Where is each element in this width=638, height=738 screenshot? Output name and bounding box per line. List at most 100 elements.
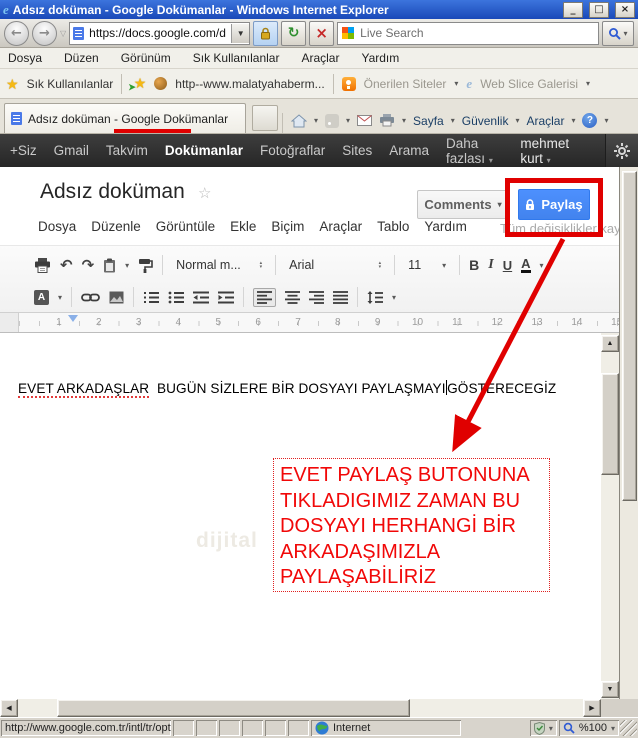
star-document-icon[interactable]: ☆ bbox=[198, 184, 211, 202]
align-center-button[interactable] bbox=[285, 290, 301, 304]
scroll-down-button[interactable]: ▼ bbox=[601, 681, 619, 698]
underline-button[interactable]: U bbox=[503, 258, 512, 273]
help-icon[interactable]: ? bbox=[582, 113, 598, 128]
insert-image-button[interactable] bbox=[109, 291, 124, 304]
horizontal-scrollbar[interactable]: ◀ ▶ bbox=[0, 699, 638, 717]
google-nav-item[interactable]: Sites bbox=[342, 143, 372, 158]
paste-button[interactable] bbox=[103, 258, 116, 273]
suggested-sites-link[interactable]: Önerilen Siteler bbox=[364, 77, 447, 91]
comments-button[interactable]: Comments ▾ bbox=[417, 190, 509, 219]
bookmark-link[interactable]: http--www.malatyahaberm... bbox=[175, 77, 324, 91]
ie-menu-item[interactable]: Düzen bbox=[64, 51, 99, 65]
favorites-label[interactable]: Sık Kullanılanlar bbox=[27, 77, 114, 91]
refresh-button[interactable]: ↻ bbox=[281, 20, 307, 46]
maximize-button[interactable]: □ bbox=[589, 1, 609, 18]
increase-indent-button[interactable] bbox=[218, 291, 235, 304]
ie-menu-item[interactable]: Sık Kullanılanlar bbox=[193, 51, 280, 65]
google-nav-item[interactable]: Fotoğraflar bbox=[260, 143, 325, 158]
horizontal-scroll-thumb[interactable] bbox=[57, 699, 410, 717]
document-canvas[interactable]: dijital EVET ARKADAŞLAR BUGÜN SİZLERE Bİ… bbox=[0, 333, 638, 699]
chevron-down-icon[interactable]: ▾ bbox=[454, 79, 458, 88]
search-options-chevron-icon[interactable]: ▾ bbox=[623, 29, 627, 38]
italic-button[interactable]: I bbox=[488, 257, 493, 273]
line-spacing-button[interactable] bbox=[367, 290, 384, 304]
tab-active[interactable]: Adsız doküman - Google Dokümanlar bbox=[4, 103, 246, 133]
security-chevron-icon[interactable]: ▾ bbox=[515, 116, 519, 125]
home-chevron-icon[interactable]: ▾ bbox=[314, 116, 318, 125]
live-search-box[interactable] bbox=[337, 21, 599, 45]
docs-menu-item[interactable]: Görüntüle bbox=[156, 219, 215, 234]
line-spacing-chevron-icon[interactable]: ▾ bbox=[392, 293, 396, 302]
google-nav-item[interactable]: Gmail bbox=[54, 143, 89, 158]
ie-menu-item[interactable]: Yardım bbox=[361, 51, 399, 65]
highlight-color-button[interactable]: A bbox=[34, 289, 49, 305]
browser-vertical-scrollbar[interactable] bbox=[619, 167, 638, 699]
highlight-chevron-icon[interactable]: ▾ bbox=[58, 293, 62, 302]
page-menu[interactable]: Sayfa bbox=[413, 114, 444, 128]
google-nav-item[interactable]: Arama bbox=[389, 143, 429, 158]
vertical-scroll-thumb[interactable] bbox=[601, 373, 619, 475]
google-nav-item[interactable]: +Siz bbox=[10, 143, 37, 158]
docs-menu-item[interactable]: Ekle bbox=[230, 219, 256, 234]
text-color-chevron-icon[interactable]: ▾ bbox=[540, 261, 544, 270]
ie-menu-item[interactable]: Dosya bbox=[8, 51, 42, 65]
mail-icon[interactable] bbox=[357, 115, 373, 126]
protected-mode-pane[interactable]: ▾ bbox=[530, 720, 557, 736]
tools-menu[interactable]: Araçlar bbox=[526, 114, 564, 128]
google-nav-item[interactable]: Dokümanlar bbox=[165, 143, 243, 158]
printer-icon[interactable] bbox=[379, 114, 395, 127]
google-nav-more[interactable]: Daha fazlası ▾ bbox=[446, 136, 520, 166]
print-button[interactable] bbox=[34, 257, 51, 273]
bold-button[interactable]: B bbox=[469, 257, 479, 273]
chevron-down-icon[interactable]: ▾ bbox=[586, 79, 590, 88]
scroll-left-button[interactable]: ◀ bbox=[0, 699, 18, 717]
close-button[interactable]: × bbox=[615, 1, 635, 18]
share-button[interactable]: Paylaş bbox=[518, 189, 590, 220]
search-go-button[interactable]: ▾ bbox=[602, 20, 634, 46]
docs-menu-item[interactable]: Yardım bbox=[424, 219, 467, 234]
rss-chevron-icon[interactable]: ▾ bbox=[346, 116, 350, 125]
font-select[interactable]: Arial ▴ ▾ bbox=[285, 254, 385, 276]
browser-scroll-thumb[interactable] bbox=[622, 171, 637, 501]
decrease-indent-button[interactable] bbox=[193, 291, 210, 304]
styles-select[interactable]: Normal m... ▴ ▾ bbox=[172, 254, 266, 276]
page-chevron-icon[interactable]: ▾ bbox=[451, 116, 455, 125]
new-tab-stub[interactable] bbox=[252, 105, 278, 131]
bullet-list-button[interactable] bbox=[168, 291, 185, 304]
align-left-button[interactable] bbox=[253, 287, 277, 307]
docs-menu-item[interactable]: Dosya bbox=[38, 219, 76, 234]
zoom-pane[interactable]: %100 ▾ bbox=[559, 720, 619, 736]
docs-menu-item[interactable]: Düzenle bbox=[91, 219, 141, 234]
google-nav-item[interactable]: Takvim bbox=[106, 143, 148, 158]
history-chevron-icon[interactable]: ▽ bbox=[60, 29, 66, 38]
document-title[interactable]: Adsız doküman bbox=[40, 180, 185, 204]
align-right-button[interactable] bbox=[309, 290, 325, 304]
docs-menu-item[interactable]: Tablo bbox=[377, 219, 409, 234]
scroll-right-button[interactable]: ▶ bbox=[583, 699, 601, 717]
undo-button[interactable]: ↶ bbox=[60, 257, 73, 273]
chevron-down-icon[interactable]: ▾ bbox=[611, 724, 615, 733]
indent-marker[interactable] bbox=[68, 315, 78, 322]
paint-format-button[interactable] bbox=[138, 258, 153, 273]
redo-button[interactable]: ↷ bbox=[82, 257, 95, 273]
url-input[interactable] bbox=[87, 25, 229, 41]
security-menu[interactable]: Güvenlik bbox=[462, 114, 509, 128]
add-favorite-icon[interactable]: ★ ➤ bbox=[128, 76, 146, 92]
minimize-button[interactable]: _ bbox=[563, 1, 583, 18]
insert-link-button[interactable] bbox=[81, 292, 100, 303]
ie-menu-item[interactable]: Araçlar bbox=[301, 51, 339, 65]
docs-menu-item[interactable]: Biçim bbox=[271, 219, 304, 234]
account-menu[interactable]: mehmet kurt ▾ bbox=[520, 136, 594, 166]
address-field[interactable]: ▼ bbox=[69, 21, 251, 45]
back-button[interactable]: ← bbox=[4, 20, 29, 46]
home-icon[interactable] bbox=[291, 113, 307, 128]
tools-chevron-icon[interactable]: ▾ bbox=[571, 116, 575, 125]
docs-menu-item[interactable]: Araçlar bbox=[319, 219, 362, 234]
paste-chevron-icon[interactable]: ▾ bbox=[125, 261, 129, 270]
text-color-button[interactable]: A bbox=[521, 257, 531, 273]
ssl-lock-button[interactable] bbox=[253, 20, 279, 46]
search-input[interactable] bbox=[358, 25, 596, 41]
url-dropdown-button[interactable]: ▼ bbox=[231, 23, 250, 43]
stop-button[interactable]: × bbox=[309, 20, 335, 46]
resize-grip[interactable] bbox=[620, 720, 637, 736]
